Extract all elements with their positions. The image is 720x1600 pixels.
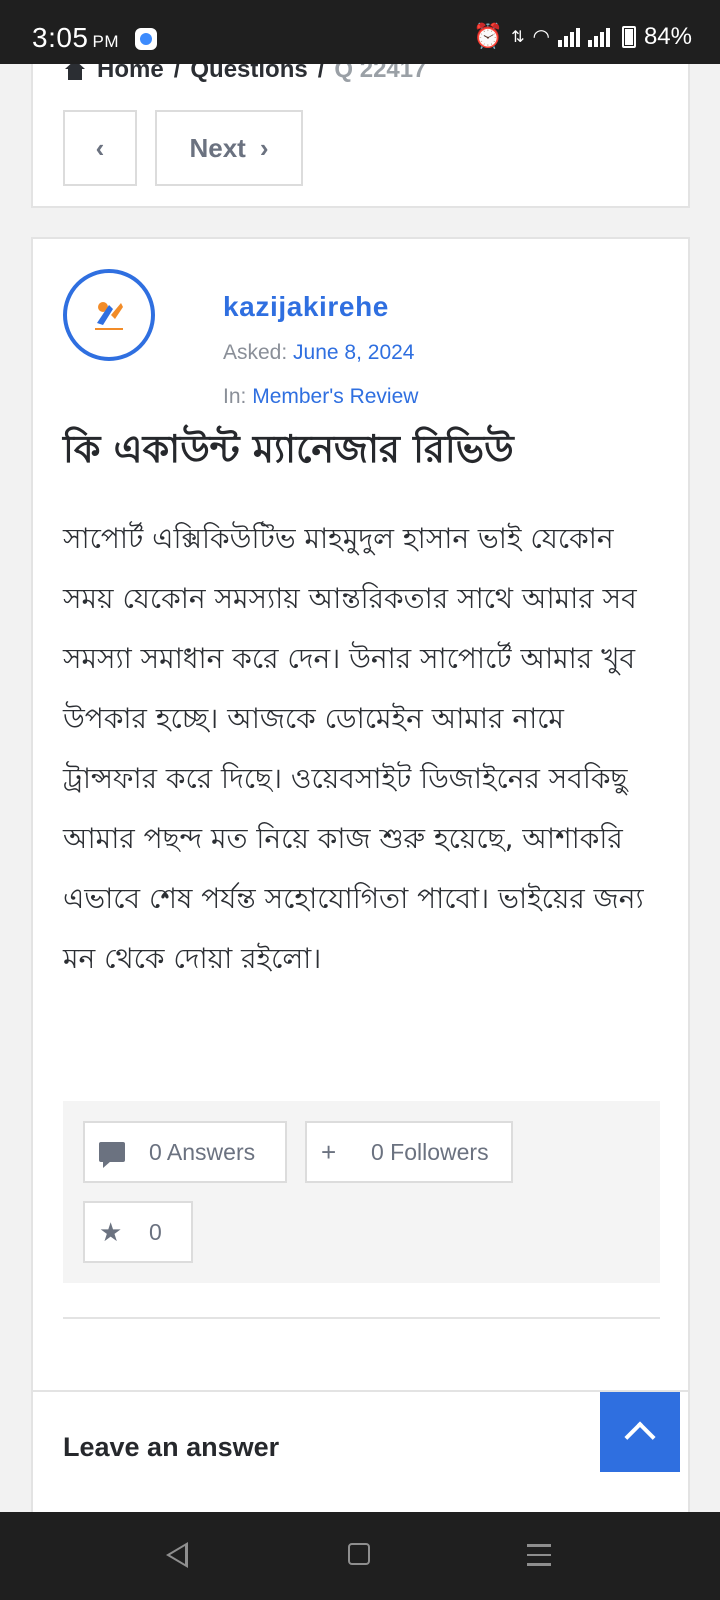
notification-app-icon <box>135 28 157 50</box>
navigation-card: Home / Questions / Q 22417 ‹ Next › <box>31 40 690 208</box>
status-icons: ⏰ ⇅ ◠ 84% <box>473 22 692 51</box>
battery-icon <box>621 25 636 48</box>
avatar[interactable] <box>63 269 155 361</box>
status-ampm: PM <box>92 32 119 51</box>
status-time: 3:05 PM <box>32 22 119 54</box>
scroll-to-top-button[interactable] <box>600 1392 680 1472</box>
previous-button[interactable]: ‹ <box>63 110 137 186</box>
system-navigation-bar <box>0 1512 720 1600</box>
status-bar: 3:05 PM ⏰ ⇅ ◠ 84% <box>0 0 720 64</box>
chevron-up-icon <box>624 1421 656 1453</box>
in-label: In: <box>223 385 247 408</box>
wifi-icon: ◠ <box>532 26 550 48</box>
alarm-icon: ⏰ <box>473 23 504 50</box>
comment-icon <box>99 1137 149 1168</box>
asked-label: Asked: <box>223 341 288 364</box>
favorite-count: 0 <box>149 1218 162 1245</box>
status-clock: 3:05 <box>32 22 89 53</box>
followers-count: 0 Followers <box>371 1138 489 1165</box>
author-name[interactable]: kazijakirehe <box>223 291 389 323</box>
recents-icon[interactable] <box>527 1544 551 1566</box>
chevron-right-icon: › <box>259 132 269 163</box>
answers-button[interactable]: 0 Answers <box>83 1121 287 1183</box>
followers-button[interactable]: + 0 Followers <box>305 1121 513 1183</box>
home-square-icon[interactable] <box>348 1543 370 1565</box>
divider <box>63 1317 660 1319</box>
battery-percent: 84% <box>643 22 692 50</box>
leave-answer-title: Leave an answer <box>63 1432 280 1462</box>
signal-icon <box>557 27 580 47</box>
author-logo-icon <box>95 302 123 330</box>
category-meta: In: Member's Review <box>223 385 418 409</box>
next-button[interactable]: Next › <box>155 110 303 186</box>
chevron-left-icon: ‹ <box>95 132 105 163</box>
next-label: Next <box>189 132 246 163</box>
star-icon: ★ <box>99 1216 123 1247</box>
question-title: কি একাউন্ট ম্যানেজার রিভিউ <box>63 427 514 471</box>
question-body: সাপোর্ট এক্সিকিউটিভ মাহমুদুল হাসান ভাই য… <box>63 522 644 975</box>
answer-card: Leave an answer <box>31 1390 690 1500</box>
question-stats: 0 Answers + 0 Followers ★ 0 <box>63 1101 660 1283</box>
asked-date-link[interactable]: June 8, 2024 <box>293 341 414 364</box>
back-icon[interactable] <box>166 1542 188 1568</box>
asked-meta: Asked: June 8, 2024 <box>223 341 414 365</box>
signal-2-icon <box>587 27 610 47</box>
plus-icon: + <box>321 1136 337 1167</box>
favorite-button[interactable]: ★ 0 <box>83 1201 193 1263</box>
category-link[interactable]: Member's Review <box>252 385 418 408</box>
data-transfer-icon: ⇅ <box>511 28 525 46</box>
answers-count: 0 Answers <box>149 1138 256 1165</box>
question-card: kazijakirehe Asked: June 8, 2024 In: Mem… <box>31 237 690 1517</box>
